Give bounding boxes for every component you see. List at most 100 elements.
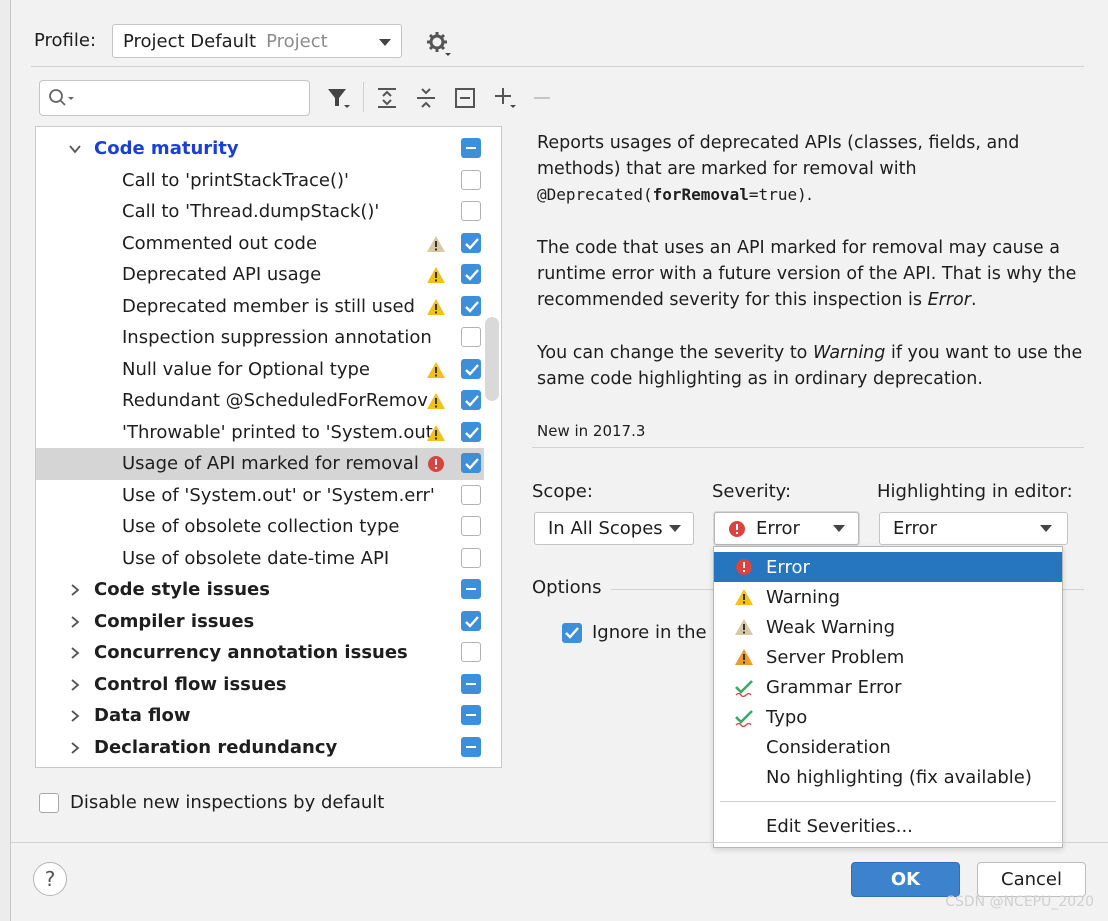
- severity-dropdown[interactable]: Error: [714, 512, 859, 545]
- checkbox-checked[interactable]: [562, 622, 582, 643]
- tree-item-label: Deprecated member is still used: [122, 295, 415, 317]
- menu-item[interactable]: Grammar Error: [714, 672, 1062, 702]
- warning-icon: [427, 361, 445, 378]
- checkbox-unchecked[interactable]: [461, 516, 481, 536]
- checkbox-unchecked[interactable]: [461, 327, 481, 347]
- remove-icon[interactable]: [531, 86, 555, 110]
- checkbox-unchecked[interactable]: [461, 642, 481, 662]
- toolbar-separator: [363, 82, 364, 112]
- tree-item[interactable]: Deprecated member is still used: [36, 291, 484, 323]
- checkbox-checked[interactable]: [461, 610, 481, 631]
- checkbox-unchecked[interactable]: [461, 169, 481, 190]
- menu-item[interactable]: Warning: [714, 582, 1062, 612]
- inspections-tree[interactable]: Code maturity Call to 'printStackTrace()…: [35, 126, 502, 768]
- filter-icon[interactable]: [327, 86, 351, 110]
- chevron-down-icon[interactable]: [68, 142, 82, 156]
- tree-category[interactable]: Compiler issues: [36, 606, 484, 638]
- warning-icon: [427, 267, 445, 283]
- ignore-option-checkbox[interactable]: Ignore in the s: [562, 622, 722, 643]
- tree-item[interactable]: Commented out code: [36, 228, 484, 260]
- chevron-right-icon[interactable]: [68, 615, 82, 629]
- tree-item-label: Call to 'Thread.dumpStack()': [122, 201, 380, 223]
- tree-category[interactable]: Declaration redundancy: [36, 732, 484, 764]
- description-paragraph-1: Reports usages of deprecated APIs (class…: [537, 133, 1020, 205]
- tree-item[interactable]: Null value for Optional type: [36, 354, 484, 386]
- search-input[interactable]: [39, 80, 310, 116]
- checkbox-mixed[interactable]: [461, 705, 481, 725]
- severity-dropdown-menu[interactable]: Error Warning Weak Warning Server Problem Gr…: [713, 546, 1063, 848]
- ok-button[interactable]: OK: [851, 862, 960, 897]
- tree-scrollbar[interactable]: [485, 317, 499, 401]
- checkbox-unchecked[interactable]: [461, 547, 481, 568]
- server-problem-icon: [735, 649, 753, 665]
- checkbox-mixed[interactable]: [461, 736, 481, 757]
- tree-item[interactable]: Redundant @ScheduledForRemov: [36, 385, 484, 417]
- collapse-all-icon[interactable]: [414, 86, 438, 110]
- chevron-right-icon[interactable]: [68, 709, 82, 723]
- error-icon: [736, 559, 752, 575]
- tree-category-label: Declaration redundancy: [94, 736, 338, 758]
- severity-label: Severity:: [712, 481, 792, 502]
- tree-item[interactable]: Call to 'Thread.dumpStack()': [36, 196, 484, 228]
- reset-icon[interactable]: [453, 86, 477, 110]
- checkbox-checked[interactable]: [461, 453, 481, 473]
- help-button[interactable]: ?: [33, 862, 67, 896]
- tree-item-label: Usage of API marked for removal: [122, 453, 419, 475]
- gear-icon[interactable]: [425, 30, 453, 58]
- tree-item[interactable]: Usage of API marked for removal: [36, 448, 484, 480]
- disable-new-inspections-checkbox[interactable]: Disable new inspections by default: [39, 792, 384, 813]
- checkbox-checked[interactable]: [461, 295, 481, 316]
- checkbox-mixed[interactable]: [461, 579, 481, 599]
- checkbox-checked[interactable]: [461, 390, 481, 410]
- checkbox-unchecked[interactable]: [461, 201, 481, 221]
- tree-category[interactable]: Control flow issues: [36, 669, 484, 701]
- tree-category[interactable]: Code style issues: [36, 574, 484, 606]
- footer-divider: [11, 842, 1108, 843]
- tree-item[interactable]: Use of obsolete date-time API: [36, 543, 484, 575]
- tree-category[interactable]: Concurrency annotation issues: [36, 637, 484, 669]
- menu-item-edit-severities[interactable]: Edit Severities...: [714, 811, 1062, 841]
- warning-icon: [427, 298, 445, 315]
- profile-dropdown[interactable]: Project Default Project: [112, 24, 402, 58]
- tree-item[interactable]: Use of 'System.out' or 'System.err': [36, 480, 484, 512]
- checkbox-checked[interactable]: [461, 264, 481, 284]
- chevron-right-icon[interactable]: [68, 678, 82, 692]
- menu-item[interactable]: Typo: [714, 702, 1062, 732]
- tree-item[interactable]: 'Throwable' printed to 'System.out: [36, 417, 484, 449]
- tree-item[interactable]: Deprecated API usage: [36, 259, 484, 291]
- checkbox-checked[interactable]: [461, 421, 481, 442]
- scope-dropdown[interactable]: In All Scopes: [534, 512, 694, 545]
- background-window-edge: [0, 0, 10, 921]
- checkbox-checked[interactable]: [461, 232, 481, 253]
- header-divider: [31, 66, 1084, 67]
- expand-all-icon[interactable]: [375, 86, 399, 110]
- menu-item[interactable]: No highlighting (fix available): [714, 762, 1062, 792]
- category-checkbox-mixed[interactable]: [461, 138, 481, 158]
- tree-category-label: Code style issues: [94, 579, 270, 601]
- chevron-right-icon[interactable]: [68, 646, 82, 660]
- menu-item[interactable]: Weak Warning: [714, 612, 1062, 642]
- tree-item[interactable]: Call to 'printStackTrace()': [36, 165, 484, 197]
- highlighting-dropdown[interactable]: Error: [879, 512, 1068, 545]
- tree-item[interactable]: Inspection suppression annotation: [36, 322, 484, 354]
- menu-item[interactable]: Error: [714, 552, 1062, 582]
- menu-item[interactable]: Server Problem: [714, 642, 1062, 672]
- checkbox-unchecked[interactable]: [39, 792, 59, 813]
- error-icon: [729, 520, 745, 537]
- chevron-down-icon: [669, 525, 681, 532]
- add-icon[interactable]: [493, 86, 517, 110]
- checkbox-mixed[interactable]: [461, 673, 481, 694]
- chevron-right-icon[interactable]: [68, 583, 82, 597]
- tree-item[interactable]: Use of obsolete collection type: [36, 511, 484, 543]
- checkbox-unchecked[interactable]: [461, 484, 481, 505]
- chevron-right-icon[interactable]: [68, 741, 82, 755]
- tree-item-label: Deprecated API usage: [122, 264, 322, 286]
- tree-category[interactable]: Data flow: [36, 700, 484, 732]
- tree-category-code-maturity[interactable]: Code maturity: [36, 133, 484, 165]
- menu-item[interactable]: Consideration: [714, 732, 1062, 762]
- cancel-button[interactable]: Cancel: [977, 862, 1086, 897]
- chevron-down-icon: [1040, 525, 1052, 532]
- search-icon: [49, 89, 74, 106]
- since-version: New in 2017.3: [537, 422, 646, 440]
- checkbox-checked[interactable]: [461, 358, 481, 379]
